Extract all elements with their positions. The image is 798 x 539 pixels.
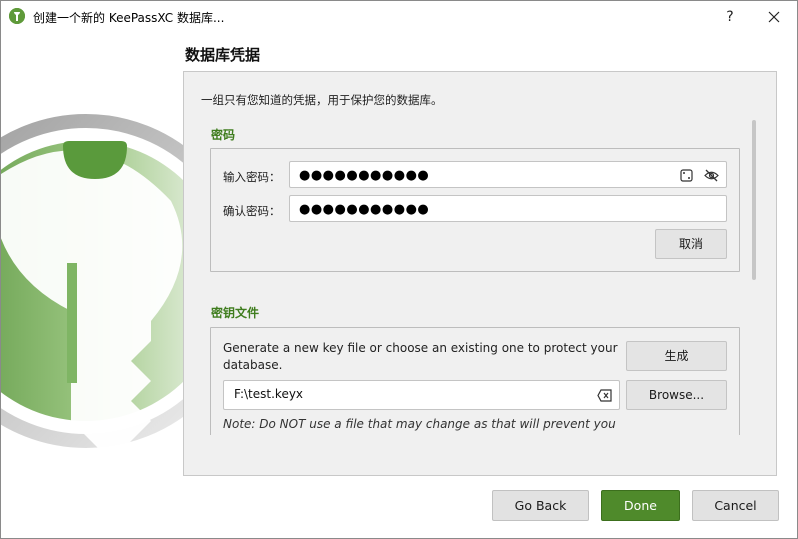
enter-password-value: ●●●●●●●●●●● xyxy=(299,168,430,183)
window-title: 创建一个新的 KeePassXC 数据库... xyxy=(33,11,225,25)
keyfile-section-title: 密钥文件 xyxy=(211,306,260,320)
keepassxc-logo-icon xyxy=(9,8,25,24)
go-back-button[interactable]: Go Back xyxy=(492,490,589,521)
keyfile-path-field[interactable]: F:\test.keyx xyxy=(223,380,620,410)
eye-slash-icon[interactable] xyxy=(704,168,719,183)
clear-input-icon[interactable] xyxy=(597,388,612,403)
cancel-password-button[interactable]: 取消 xyxy=(655,229,727,259)
password-section-title: 密码 xyxy=(211,128,236,142)
title-bar: 创建一个新的 KeePassXC 数据库... ? xyxy=(1,1,797,33)
help-button[interactable]: ? xyxy=(715,3,745,31)
dice-icon[interactable] xyxy=(679,168,694,183)
keyfile-description: Generate a new key file or choose an exi… xyxy=(223,341,618,372)
keyfile-groupbox: Generate a new key file or choose an exi… xyxy=(210,327,740,435)
confirm-password-label: 确认密码： xyxy=(223,204,281,218)
page-description: 一组只有您知道的凭据，用于保护您的数据库。 xyxy=(201,93,443,107)
done-button[interactable]: Done xyxy=(601,490,680,521)
enter-password-label: 输入密码： xyxy=(223,170,281,184)
keyfile-path-value: F:\test.keyx xyxy=(234,387,304,401)
browse-keyfile-button[interactable]: Browse... xyxy=(626,380,727,410)
page-title: 数据库凭据 xyxy=(185,46,261,64)
close-button[interactable] xyxy=(759,3,789,31)
cancel-button[interactable]: Cancel xyxy=(692,490,779,521)
password-groupbox: 输入密码： ●●●●●●●●●●● 确认密码： ●●●●●●●●●●● 取消 xyxy=(210,148,740,272)
enter-password-field[interactable]: ●●●●●●●●●●● xyxy=(289,161,727,188)
confirm-password-value: ●●●●●●●●●●● xyxy=(299,202,430,217)
generate-keyfile-button[interactable]: 生成 xyxy=(626,341,727,371)
credentials-panel: 一组只有您知道的凭据，用于保护您的数据库。 密码 输入密码： ●●●●●●●●●… xyxy=(183,71,777,476)
credentials-scroll-area: 一组只有您知道的凭据，用于保护您的数据库。 密码 输入密码： ●●●●●●●●●… xyxy=(185,73,755,435)
close-icon xyxy=(768,11,780,23)
vertical-scrollbar[interactable] xyxy=(752,120,756,280)
dialog-window: 创建一个新的 KeePassXC 数据库... ? 数据库凭据 一组只有您知道的… xyxy=(0,0,798,539)
confirm-password-field[interactable]: ●●●●●●●●●●● xyxy=(289,195,727,222)
keyfile-note: Note: Do NOT use a file that may change … xyxy=(223,417,616,431)
